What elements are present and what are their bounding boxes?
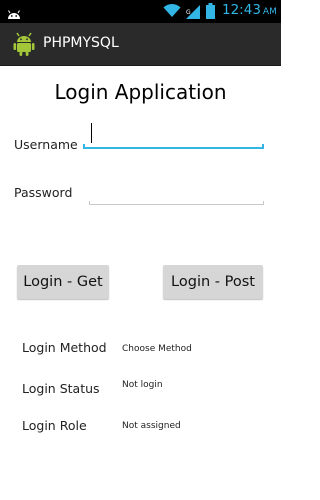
login-post-button[interactable]: Login - Post <box>163 265 263 299</box>
text-cursor <box>91 123 92 143</box>
battery-icon <box>206 3 215 23</box>
clock-time: 12:43 AM <box>222 2 277 18</box>
login-role-value: Not assigned <box>122 421 181 431</box>
password-label: Password <box>14 185 73 200</box>
android-app-icon[interactable] <box>13 32 35 60</box>
signal-icon: G <box>186 4 201 23</box>
login-status-value: Not login <box>122 380 163 390</box>
username-label: Username <box>14 137 78 152</box>
status-bar: G 12:43 AM <box>0 0 281 23</box>
android-notification-icon <box>7 5 21 24</box>
page-title: Login Application <box>54 80 227 104</box>
action-bar: PHPMYSQL <box>0 23 281 66</box>
login-role-label: Login Role <box>22 418 87 433</box>
login-status-label: Login Status <box>22 381 100 396</box>
password-input[interactable] <box>89 192 264 205</box>
login-method-value: Choose Method <box>122 344 192 354</box>
app-title: PHPMYSQL <box>43 35 119 51</box>
wifi-icon <box>163 3 181 22</box>
login-get-button[interactable]: Login - Get <box>17 265 109 299</box>
svg-text:G: G <box>186 9 191 16</box>
username-input[interactable] <box>83 121 264 149</box>
login-method-label: Login Method <box>22 340 107 355</box>
